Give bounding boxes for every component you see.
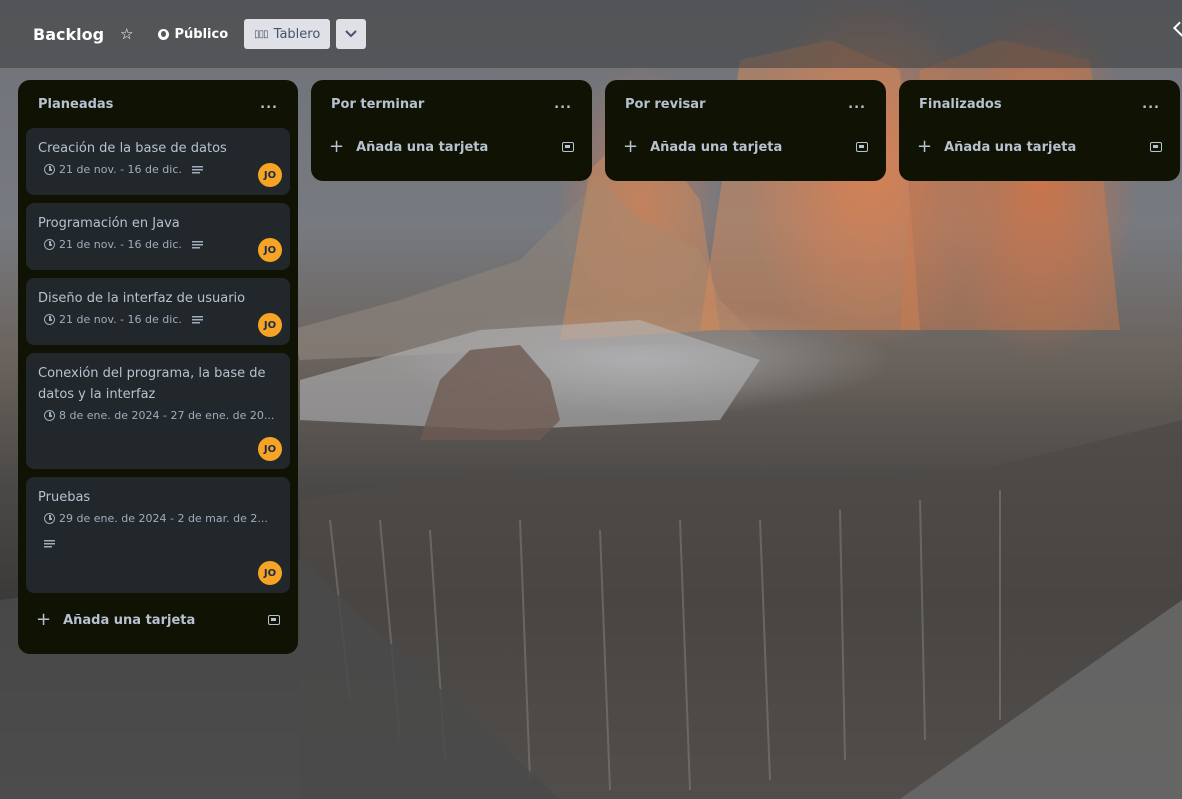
card[interactable]: Diseño de la interfaz de usuario 21 de n… — [26, 278, 290, 345]
description-icon — [191, 315, 203, 324]
card-date: 21 de nov. - 16 de dic. — [59, 313, 182, 326]
description-icon — [191, 165, 203, 174]
globe-icon — [157, 28, 169, 40]
clock-icon — [44, 513, 55, 524]
list-title[interactable]: Planeadas — [38, 97, 113, 112]
list-por-revisar: Por revisar ... + Añada una tarjeta — [605, 80, 886, 181]
list-planeadas: Planeadas ... Creación de la base de dat… — [18, 80, 298, 654]
visibility-label: Público — [174, 26, 229, 42]
card-template-icon[interactable] — [268, 615, 280, 625]
add-card-button[interactable]: + Añada una tarjeta — [18, 601, 298, 639]
card-template-icon[interactable] — [856, 142, 868, 152]
avatar[interactable]: JO — [258, 238, 282, 262]
card-badges: 21 de nov. - 16 de dic. — [38, 163, 280, 176]
card-badges: 8 de ene. de 2024 - 27 de ene. de 20... — [38, 409, 280, 422]
card-badges: 21 de nov. - 16 de dic. — [38, 238, 280, 251]
card-date: 8 de ene. de 2024 - 27 de ene. de 20... — [59, 409, 275, 422]
description-icon — [44, 540, 55, 548]
card[interactable]: Programación en Java 21 de nov. - 16 de … — [26, 203, 290, 270]
list-menu-button[interactable]: ... — [1142, 97, 1160, 112]
list-menu-button[interactable]: ... — [260, 97, 278, 112]
view-switcher-dropdown[interactable] — [336, 19, 367, 49]
avatar[interactable]: JO — [258, 561, 282, 585]
chevron-down-icon — [345, 30, 358, 38]
card-title: Conexión del programa, la base de datos … — [38, 366, 266, 402]
visibility-button[interactable]: Público — [157, 26, 229, 42]
clock-icon — [44, 314, 55, 325]
add-card-button[interactable]: + Añada una tarjeta — [311, 128, 592, 166]
list-finalizados: Finalizados ... + Añada una tarjeta — [899, 80, 1180, 181]
plus-icon: + — [917, 136, 933, 157]
list-header: Por revisar ... — [605, 80, 886, 128]
date-badge: 21 de nov. - 16 de dic. — [38, 163, 182, 176]
add-card-button[interactable]: + Añada una tarjeta — [899, 128, 1180, 166]
card-template-icon[interactable] — [562, 142, 574, 152]
add-card-label-group: + Añada una tarjeta — [36, 611, 195, 629]
add-card-button[interactable]: + Añada una tarjeta — [605, 128, 886, 166]
avatar[interactable]: JO — [258, 163, 282, 187]
list-header: Finalizados ... — [899, 80, 1180, 128]
card[interactable]: Pruebas 29 de ene. de 2024 - 2 de mar. d… — [26, 477, 290, 593]
clock-icon — [44, 164, 55, 175]
card[interactable]: Creación de la base de datos 21 de nov. … — [26, 128, 290, 195]
card-title: Creación de la base de datos — [38, 141, 227, 156]
list-header: Planeadas ... — [18, 80, 298, 128]
list-menu-button[interactable]: ... — [848, 97, 866, 112]
board-title[interactable]: Backlog — [33, 25, 104, 44]
date-badge: 21 de nov. - 16 de dic. — [38, 238, 182, 251]
clock-icon — [44, 239, 55, 250]
list-title[interactable]: Por terminar — [331, 97, 424, 112]
board-icon: ▯▯▯ — [254, 28, 268, 40]
card-title: Pruebas — [38, 490, 91, 505]
add-card-label: Añada una tarjeta — [63, 612, 196, 628]
card-date: 21 de nov. - 16 de dic. — [59, 163, 182, 176]
add-card-label: Añada una tarjeta — [944, 139, 1077, 155]
star-icon[interactable]: ☆ — [120, 25, 133, 43]
board-view-button[interactable]: ▯▯▯ Tablero — [244, 19, 331, 49]
filter-icon[interactable] — [1173, 21, 1182, 38]
add-card-label-group: + Añada una tarjeta — [623, 138, 782, 156]
description-icon — [191, 240, 203, 249]
date-badge: 21 de nov. - 16 de dic. — [38, 313, 182, 326]
plus-icon: + — [623, 136, 639, 157]
plus-icon: + — [36, 609, 52, 630]
card-title: Programación en Java — [38, 216, 180, 231]
list-menu-button[interactable]: ... — [554, 97, 572, 112]
list-title[interactable]: Finalizados — [919, 97, 1002, 112]
board-view-label: Tablero — [273, 26, 321, 42]
list-header: Por terminar ... — [311, 80, 592, 128]
add-card-label: Añada una tarjeta — [356, 139, 489, 155]
card-date: 29 de ene. de 2024 - 2 de mar. de 2... — [59, 512, 268, 525]
clock-icon — [44, 410, 55, 421]
plus-icon: + — [329, 136, 345, 157]
card-badges: 21 de nov. - 16 de dic. — [38, 313, 280, 326]
card[interactable]: Conexión del programa, la base de datos … — [26, 353, 290, 469]
card-title: Diseño de la interfaz de usuario — [38, 291, 246, 306]
card-date: 21 de nov. - 16 de dic. — [59, 238, 182, 251]
date-badge: 29 de ene. de 2024 - 2 de mar. de 2... — [38, 512, 268, 525]
card-badges: 29 de ene. de 2024 - 2 de mar. de 2... — [38, 512, 280, 525]
add-card-label: Añada una tarjeta — [650, 139, 783, 155]
avatar[interactable]: JO — [258, 437, 282, 461]
board-header: Backlog ☆ Público ▯▯▯ Tablero — [0, 0, 1182, 68]
avatar[interactable]: JO — [258, 313, 282, 337]
card-template-icon[interactable] — [1150, 142, 1162, 152]
list-por-terminar: Por terminar ... + Añada una tarjeta — [311, 80, 592, 181]
list-title[interactable]: Por revisar — [625, 97, 705, 112]
add-card-label-group: + Añada una tarjeta — [917, 138, 1076, 156]
date-badge: 8 de ene. de 2024 - 27 de ene. de 20... — [38, 409, 274, 422]
add-card-label-group: + Añada una tarjeta — [329, 138, 488, 156]
